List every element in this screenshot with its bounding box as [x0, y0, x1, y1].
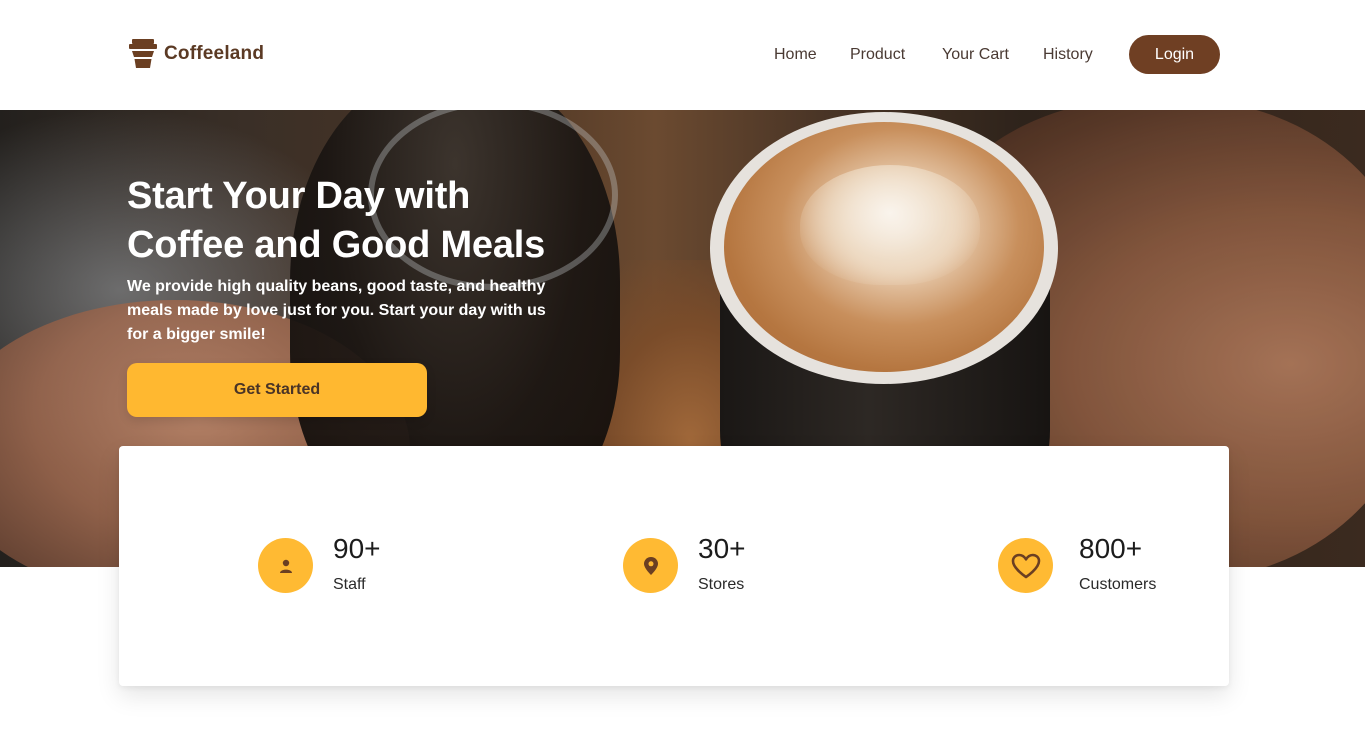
nav-link-history[interactable]: History — [1043, 44, 1093, 66]
location-pin-icon — [623, 538, 678, 593]
login-button[interactable]: Login — [1129, 35, 1220, 74]
stat-value: 90+ — [333, 533, 381, 564]
brand-name: Coffeeland — [164, 43, 265, 64]
heart-icon — [998, 538, 1053, 593]
brand-logo[interactable]: Coffeeland — [128, 38, 264, 70]
coffee-cup-icon — [128, 38, 158, 70]
stat-label: Staff — [333, 576, 366, 593]
hero-photo-latte-art — [800, 165, 980, 285]
stat-label: Customers — [1079, 576, 1157, 593]
stat-label: Stores — [698, 576, 745, 593]
nav-link-your-cart[interactable]: Your Cart — [942, 44, 1009, 66]
stat-value: 30+ — [698, 533, 746, 564]
hero-description: We provide high quality beans, good tast… — [127, 278, 546, 343]
user-icon — [258, 538, 313, 593]
get-started-button[interactable]: Get Started — [127, 363, 427, 417]
navbar: Coffeeland Home Product Your Cart Histor… — [0, 0, 1365, 110]
nav-link-home[interactable]: Home — [774, 44, 817, 66]
stats-card: 90+ Staff 30+ Stores 800+ Customers — [119, 446, 1229, 686]
stat-value: 800+ — [1079, 533, 1143, 564]
nav-link-product[interactable]: Product — [850, 44, 905, 66]
hero-title: Start Your Day with Coffee and Good Meal… — [127, 175, 546, 266]
